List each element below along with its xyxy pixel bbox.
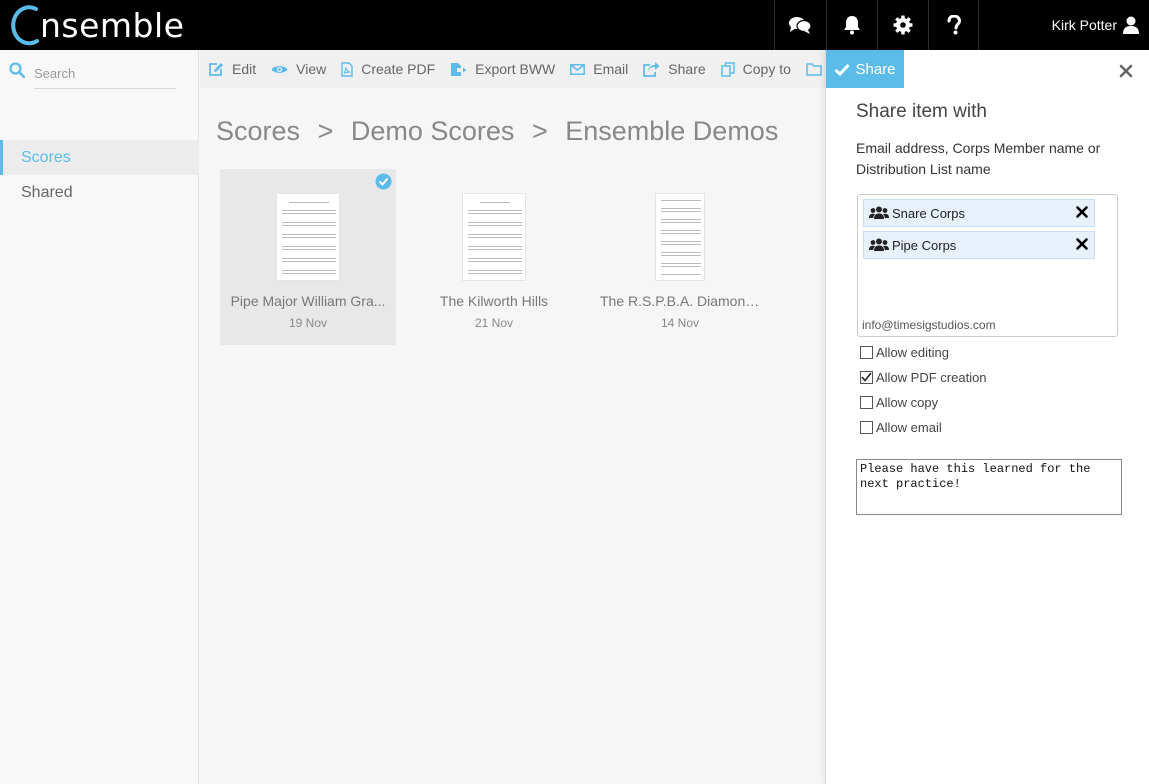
breadcrumb-separator: > xyxy=(531,116,548,146)
recipient-chip: Pipe Corps xyxy=(863,231,1095,259)
export-bww-button[interactable]: Export BWW xyxy=(450,61,555,77)
score-thumbnail xyxy=(462,193,526,281)
pdf-icon xyxy=(341,61,353,77)
app-header: nsemble Kirk Potter xyxy=(0,0,1149,50)
allow-editing-checkbox[interactable] xyxy=(860,345,873,359)
share-submit-button[interactable]: Share xyxy=(826,50,904,88)
check-icon xyxy=(834,63,851,76)
copy-to-button[interactable]: Copy to xyxy=(720,61,791,77)
recipient-input[interactable] xyxy=(862,316,1112,334)
user-icon xyxy=(1123,16,1139,34)
edit-icon xyxy=(209,62,223,76)
bell-icon xyxy=(844,16,860,35)
chat-icon xyxy=(789,17,812,34)
group-icon xyxy=(869,238,889,251)
logo-text: nsemble xyxy=(40,5,185,45)
move-to-button[interactable] xyxy=(806,62,825,76)
search-box xyxy=(8,58,178,90)
create-pdf-button[interactable]: Create PDF xyxy=(341,61,435,77)
share-toolbar-label: Share xyxy=(668,61,706,77)
score-title: Pipe Major William Gra... xyxy=(230,293,386,309)
score-tile[interactable]: Pipe Major William Gra... 19 Nov xyxy=(220,169,396,345)
allow-pdf-label: Allow PDF creation xyxy=(876,369,987,385)
export-bww-label: Export BWW xyxy=(475,61,556,77)
eye-icon xyxy=(271,65,288,73)
panel-title: Share item with xyxy=(856,101,987,122)
allow-editing-option[interactable]: Allow editing xyxy=(860,342,949,362)
toolbar: Edit View Create PDF Export BWW Email Sh… xyxy=(200,50,825,88)
allow-email-option[interactable]: Allow email xyxy=(860,417,942,437)
recipient-name: Pipe Corps xyxy=(892,237,957,253)
remove-recipient-icon[interactable] xyxy=(1076,206,1088,218)
copy-icon xyxy=(720,61,735,77)
score-tile[interactable]: The Kilworth Hills 21 Nov xyxy=(406,169,582,345)
allow-copy-option[interactable]: Allow copy xyxy=(860,392,938,412)
share-submit-label: Share xyxy=(855,60,896,78)
view-button[interactable]: View xyxy=(271,61,326,77)
copy-to-label: Copy to xyxy=(742,61,791,77)
logo-mark-icon xyxy=(11,5,39,46)
envelope-icon xyxy=(570,63,586,75)
score-thumbnail xyxy=(655,193,705,281)
recipient-chip: Snare Corps xyxy=(863,199,1095,227)
recipients-box[interactable]: Snare Corps Pipe Corps xyxy=(857,194,1118,337)
notifications-button[interactable] xyxy=(826,0,877,50)
allow-pdf-checkbox[interactable] xyxy=(860,370,873,384)
group-icon xyxy=(869,206,889,219)
share-icon xyxy=(643,61,660,77)
score-thumbnail xyxy=(276,193,340,281)
score-date: 21 Nov xyxy=(474,316,514,330)
email-label: Email xyxy=(593,61,629,77)
share-panel: Share Share item with Email address, Cor… xyxy=(825,50,1149,784)
breadcrumb-separator: > xyxy=(317,116,334,146)
app-logo[interactable]: nsemble xyxy=(10,2,184,48)
sidebar: Scores Shared xyxy=(0,50,199,784)
view-label: View xyxy=(296,61,327,77)
allow-email-label: Allow email xyxy=(876,419,942,435)
email-button[interactable]: Email xyxy=(570,61,628,77)
edit-label: Edit xyxy=(232,61,257,77)
user-menu[interactable]: Kirk Potter xyxy=(1052,0,1139,50)
folder-icon xyxy=(806,62,822,76)
user-name: Kirk Potter xyxy=(1051,17,1117,33)
allow-editing-label: Allow editing xyxy=(876,344,949,360)
sidebar-item-scores[interactable]: Scores xyxy=(0,140,199,175)
allow-copy-checkbox[interactable] xyxy=(860,395,873,409)
create-pdf-label: Create PDF xyxy=(361,61,436,77)
allow-pdf-option[interactable]: Allow PDF creation xyxy=(860,367,987,387)
recipient-name: Snare Corps xyxy=(892,205,965,221)
allow-email-checkbox[interactable] xyxy=(860,420,873,434)
question-icon xyxy=(947,15,961,35)
score-tile[interactable]: The R.S.P.B.A. Diamond... 14 Nov xyxy=(592,169,768,345)
chat-button[interactable] xyxy=(774,0,825,50)
help-button[interactable] xyxy=(928,0,979,50)
export-icon xyxy=(451,62,467,76)
checkmark-icon xyxy=(861,372,872,382)
message-textarea[interactable]: Please have this learned for the next pr… xyxy=(856,459,1122,515)
score-date: 19 Nov xyxy=(288,316,328,330)
score-title: The R.S.P.B.A. Diamond... xyxy=(600,293,765,309)
close-icon[interactable] xyxy=(1119,64,1133,78)
allow-copy-label: Allow copy xyxy=(876,394,939,410)
score-title: The Kilworth Hills xyxy=(439,293,549,309)
breadcrumb-ensemble-demos: Ensemble Demos xyxy=(565,116,779,146)
edit-button[interactable]: Edit xyxy=(208,61,256,77)
breadcrumb: Scores > Demo Scores > Ensemble Demos xyxy=(216,116,788,147)
gear-icon xyxy=(893,15,913,35)
breadcrumb-demo-scores[interactable]: Demo Scores xyxy=(351,116,515,146)
search-icon xyxy=(9,62,25,78)
score-date: 14 Nov xyxy=(660,316,700,330)
settings-button[interactable] xyxy=(877,0,928,50)
search-input[interactable] xyxy=(34,58,176,89)
sidebar-item-shared[interactable]: Shared xyxy=(0,175,199,210)
remove-recipient-icon[interactable] xyxy=(1076,238,1088,250)
share-toolbar-button[interactable]: Share xyxy=(643,61,706,77)
selected-check-icon xyxy=(375,173,392,190)
breadcrumb-scores[interactable]: Scores xyxy=(216,116,300,146)
panel-description: Email address, Corps Member name or Dist… xyxy=(856,140,1101,177)
